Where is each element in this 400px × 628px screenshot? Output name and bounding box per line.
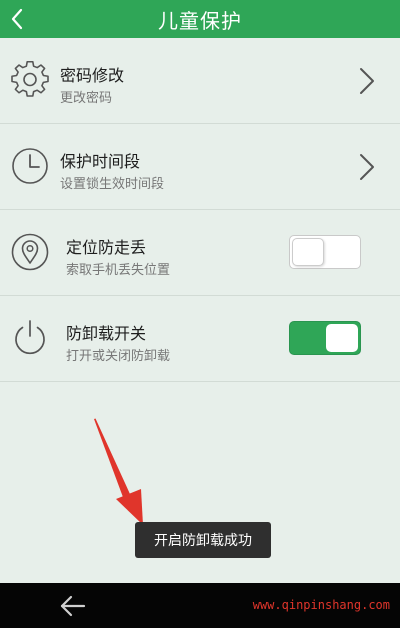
gear-icon [11,61,49,97]
power-icon [15,320,45,355]
toggle-knob [292,238,324,266]
setting-title: 定位防走丢 [66,238,147,257]
anti-uninstall-toggle[interactable] [289,321,361,355]
setting-row-protect-time[interactable]: 保护时间段 设置锁生效时间段 [0,124,400,210]
settings-list: 密码修改 更改密码 保护时间段 设置锁生效时间段 定位防走丢 索取手机丢失位置 [0,38,400,382]
toast-message: 开启防卸载成功 [135,522,271,558]
setting-row-location: 定位防走丢 索取手机丢失位置 [0,210,400,296]
setting-subtitle: 索取手机丢失位置 [66,263,171,278]
back-arrow-icon[interactable] [58,593,88,619]
chevron-right-icon [360,68,374,94]
clock-icon [12,148,48,184]
toggle-knob [326,324,358,352]
app-header: 儿童保护 [0,0,400,38]
setting-title: 防卸载开关 [66,324,147,343]
annotation-arrow-icon [94,418,143,525]
system-navbar: www.qinpinshang.com [0,583,400,628]
setting-row-password[interactable]: 密码修改 更改密码 [0,38,400,124]
setting-row-anti-uninstall: 防卸载开关 打开或关闭防卸载 [0,296,400,382]
setting-title: 密码修改 [60,66,125,85]
setting-subtitle: 打开或关闭防卸载 [66,349,171,364]
setting-subtitle: 更改密码 [60,91,113,106]
setting-subtitle: 设置锁生效时间段 [60,177,165,192]
setting-title: 保护时间段 [60,152,141,171]
chevron-right-icon [360,154,374,180]
watermark: www.qinpinshang.com [252,598,390,612]
location-toggle[interactable] [289,235,361,269]
chevron-left-icon [11,8,23,30]
back-button[interactable] [0,0,34,38]
location-pin-icon [11,233,49,271]
page-title: 儿童保护 [158,8,242,33]
